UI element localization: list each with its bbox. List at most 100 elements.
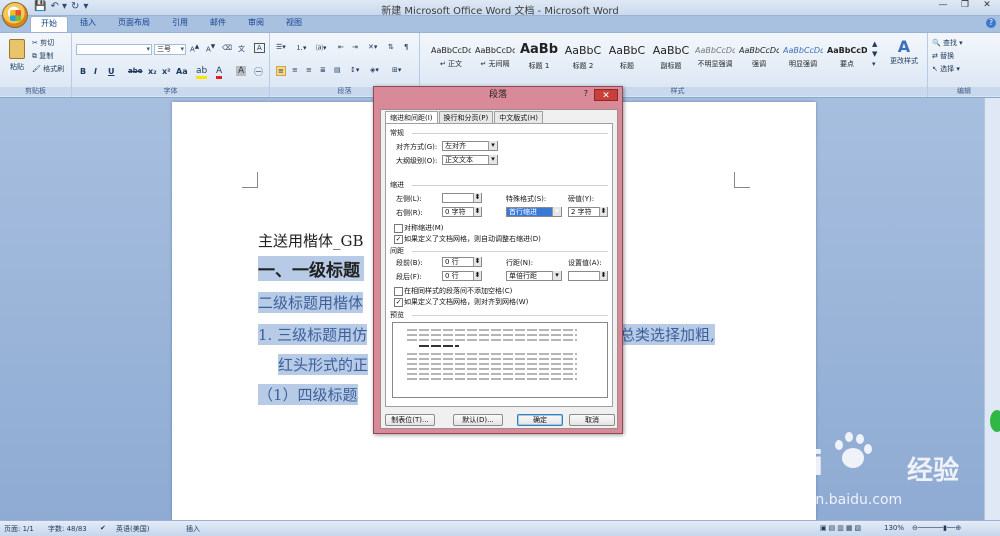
space-after-spinner[interactable]: 0 行 [442, 271, 482, 281]
subscript-button[interactable]: x₂ [148, 67, 157, 76]
tab-review[interactable]: 审阅 [238, 16, 274, 32]
sort-icon[interactable]: ⇅ [388, 43, 394, 51]
style-emphasis[interactable]: AaBbCcDd 强调 [738, 39, 780, 71]
indent-by-spinner[interactable]: 2 字符 [568, 207, 608, 217]
style-heading-2[interactable]: AaBbC 标题 2 [562, 39, 604, 71]
restore-icon[interactable]: ❐ [954, 0, 976, 14]
italic-button[interactable]: I [94, 67, 97, 76]
enclose-char-icon[interactable]: ㊀ [254, 65, 263, 78]
word-count[interactable]: 字数: 48/83 [48, 524, 87, 534]
bullets-icon[interactable]: ☰▾ [276, 43, 286, 51]
view-buttons[interactable]: ▣▤▥▦▧ [820, 524, 863, 532]
highlight-icon[interactable]: ab [196, 66, 208, 79]
style-intense-emphasis[interactable]: AaBbCcDd 明显强调 [782, 39, 824, 71]
space-before-spinner[interactable]: 0 行 [442, 257, 482, 267]
special-format-select[interactable]: 首行缩进 [506, 207, 562, 217]
paste-button[interactable]: 粘贴 [6, 37, 28, 77]
proofing-icon[interactable]: ✔ [100, 524, 106, 532]
alignment-select[interactable]: 左对齐 [442, 141, 498, 151]
language-indicator[interactable]: 英语(美国) [116, 524, 149, 534]
borders-icon[interactable]: ⊞▾ [392, 66, 401, 74]
format-painter-button[interactable]: 🖌 格式刷 [32, 64, 64, 74]
doc-line-heading-1[interactable]: 一、一级标题 [258, 256, 364, 281]
multilevel-list-icon[interactable]: ⒜▾ [316, 43, 327, 53]
doc-line-addressee[interactable]: 主送用楷体_GB [258, 230, 364, 251]
cancel-button[interactable]: 取消 [569, 414, 615, 426]
style-title[interactable]: AaBbC 标题 [606, 39, 648, 71]
font-size-combo[interactable]: 三号 [154, 44, 186, 55]
zoom-level[interactable]: 130% [884, 524, 904, 532]
style-no-spacing[interactable]: AaBbCcDd ↵ 无间隔 [474, 39, 516, 71]
mirror-indents-checkbox[interactable]: 对称缩进(M) [394, 223, 444, 233]
no-space-same-style-checkbox[interactable]: 在相同样式的段落间不添加空格(C) [394, 286, 512, 296]
change-styles-button[interactable]: A 更改样式 [886, 37, 922, 66]
distributed-icon[interactable]: ▤ [334, 66, 341, 74]
select-button[interactable]: ↖ 选择 ▾ [932, 64, 960, 74]
clear-format-icon[interactable]: ⌫ [222, 44, 232, 52]
increase-indent-icon[interactable]: ⇥ [352, 43, 358, 51]
page-count[interactable]: 页面: 1/1 [4, 524, 34, 534]
underline-button[interactable]: U [108, 67, 115, 76]
tab-mailings[interactable]: 邮件 [200, 16, 236, 32]
tab-page-layout[interactable]: 页面布局 [108, 16, 160, 32]
dialog-help-icon[interactable]: ? [584, 89, 588, 98]
asian-layout-icon[interactable]: ✕▾ [368, 43, 377, 51]
change-case-button[interactable]: Aa [176, 67, 188, 76]
style-subtle-emphasis[interactable]: AaBbCcDd 不明显强调 [694, 39, 736, 71]
style-strong[interactable]: AaBbCcDd 要点 [826, 39, 868, 71]
left-indent-spinner[interactable] [442, 193, 482, 203]
help-icon[interactable]: ? [986, 18, 996, 28]
style-normal[interactable]: AaBbCcDd ↵ 正文 [430, 39, 472, 71]
align-right-icon[interactable]: ≡ [306, 66, 312, 74]
justify-icon[interactable]: ≣ [320, 66, 326, 74]
zoom-slider[interactable]: ⊖──────▮──⊕ [912, 524, 961, 532]
style-subtitle[interactable]: AaBbC 副标题 [650, 39, 692, 71]
outline-level-select[interactable]: 正文文本 [442, 155, 498, 165]
doc-line-heading-4[interactable]: （1）四级标题 [258, 384, 358, 405]
font-name-combo[interactable] [76, 44, 152, 55]
spacing-at-spinner[interactable] [568, 271, 608, 281]
tabs-button[interactable]: 制表位(T)... [385, 414, 435, 426]
tab-references[interactable]: 引用 [162, 16, 198, 32]
char-border-icon[interactable]: A [254, 43, 265, 53]
doc-line-red-head[interactable]: 红头形式的正 [278, 354, 369, 375]
find-button[interactable]: 🔍 查找 ▾ [932, 38, 963, 48]
copy-button[interactable]: ⧉ 复制 [32, 51, 53, 61]
close-window-icon[interactable]: ✕ [976, 0, 998, 14]
numbering-icon[interactable]: ⒈▾ [296, 43, 307, 53]
align-left-icon[interactable]: ≡ [276, 66, 286, 76]
strikethrough-button[interactable]: abe [128, 67, 142, 75]
bold-button[interactable]: B [80, 67, 86, 76]
shrink-font-icon[interactable]: A▼ [206, 44, 215, 53]
tab-view[interactable]: 视图 [276, 16, 312, 32]
line-spacing-icon[interactable]: ↕▾ [350, 66, 359, 74]
tab-home[interactable]: 开始 [30, 16, 68, 32]
doc-line-heading-3a[interactable]: 1. 三级标题用仿 [258, 324, 368, 345]
doc-line-heading-2[interactable]: 二级标题用楷体 [258, 292, 364, 313]
font-color-icon[interactable]: A [216, 66, 223, 79]
shading-icon[interactable]: ◈▾ [370, 66, 379, 74]
minimize-icon[interactable]: — [932, 0, 954, 14]
cut-button[interactable]: ✂ 剪切 [32, 38, 54, 48]
auto-adjust-right-indent-checkbox[interactable]: 如果定义了文档网格，则自动调整右缩进(D) [394, 234, 541, 244]
doc-line-heading-3b[interactable]: 总类选择加粗, [620, 324, 715, 345]
set-default-button[interactable]: 默认(D)... [453, 414, 503, 426]
ok-button[interactable]: 确定 [517, 414, 563, 426]
show-marks-icon[interactable]: ¶ [404, 43, 408, 51]
line-spacing-select[interactable]: 单倍行距 [506, 271, 562, 281]
styles-scroll[interactable]: ▲ ▼ ▾ [872, 39, 877, 69]
snap-to-grid-checkbox[interactable]: 如果定义了文档网格，则对齐到网格(W) [394, 297, 528, 307]
insert-mode[interactable]: 插入 [186, 524, 200, 534]
superscript-button[interactable]: x² [162, 67, 171, 76]
char-shading-icon[interactable]: A [236, 66, 247, 76]
replace-button[interactable]: ⇄ 替换 [932, 51, 954, 61]
decrease-indent-icon[interactable]: ⇤ [338, 43, 344, 51]
dialog-close-icon[interactable]: ✕ [594, 89, 618, 101]
tab-insert[interactable]: 插入 [70, 16, 106, 32]
style-heading-1[interactable]: AaBb 标题 1 [518, 39, 560, 71]
align-center-icon[interactable]: ≡ [292, 66, 298, 74]
office-button[interactable] [2, 2, 28, 28]
grow-font-icon[interactable]: A▲ [190, 44, 199, 53]
phonetic-guide-icon[interactable]: 文 [238, 44, 245, 54]
right-indent-spinner[interactable]: 0 字符 [442, 207, 482, 217]
